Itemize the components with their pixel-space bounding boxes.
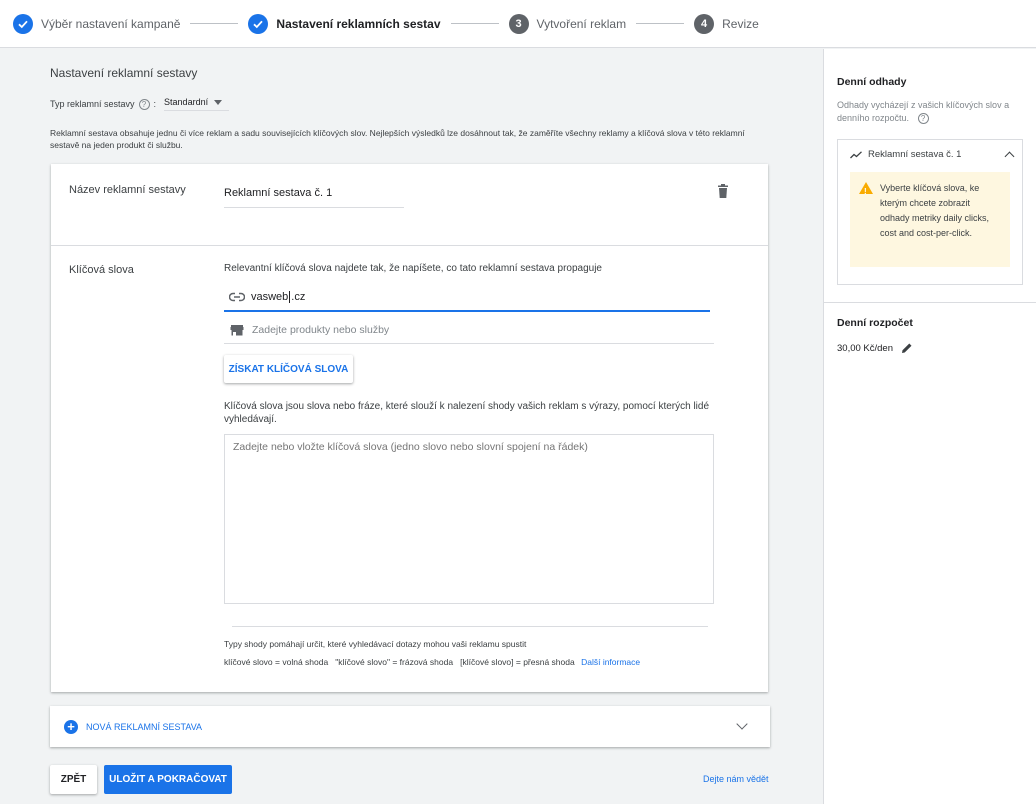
match-types-text: klíčové slovo = volná shoda "klíčové slo…: [224, 657, 575, 667]
step-label: Vytvoření reklam: [536, 16, 627, 31]
ad-group-type-row: Typ reklamní sestavy ? : Standardní: [50, 97, 230, 111]
step-connector: [190, 23, 239, 24]
daily-estimates-title: Denní odhady: [837, 76, 907, 88]
match-types-legend: klíčové slovo = volná shoda "klíčové slo…: [224, 657, 640, 667]
pencil-icon[interactable]: [901, 342, 913, 354]
section-title: Nastavení reklamní sestavy: [50, 66, 198, 80]
step-label: Výběr nastavení kampaně: [41, 16, 181, 31]
new-ad-group-label: NOVÁ REKLAMNÍ SESTAVA: [86, 721, 203, 732]
divider: [824, 302, 1036, 303]
help-icon[interactable]: ?: [917, 113, 929, 124]
check-icon: [13, 13, 33, 34]
progress-stepper: Výběr nastavení kampaně Nastavení reklam…: [0, 0, 1036, 48]
ad-group-card: Název reklamní sestavy Reklamní sestava …: [51, 164, 768, 692]
url-value-part1: vasweb: [251, 290, 289, 303]
keywords-label: Klíčová slova: [69, 264, 134, 276]
caret-down-icon: [214, 99, 223, 105]
divider: [51, 245, 768, 246]
check-icon: [248, 13, 269, 34]
products-input[interactable]: Zadejte produkty nebo služby: [224, 316, 714, 344]
ad-group-type-select[interactable]: Standardní: [164, 97, 230, 111]
step-create-ads[interactable]: 3 Vytvoření reklam: [508, 13, 627, 34]
step-connector: [636, 23, 685, 24]
plus-icon: +: [64, 719, 78, 734]
products-placeholder: Zadejte produkty nebo služby: [252, 323, 390, 336]
keywords-description: Klíčová slova jsou slova nebo fráze, kte…: [224, 401, 710, 425]
daily-budget-value: 30,00 Kč/den: [837, 342, 893, 354]
store-icon: [230, 324, 244, 335]
step-number: 3: [508, 13, 529, 34]
name-label: Název reklamní sestavy: [69, 184, 186, 196]
step-review[interactable]: 4 Revize: [694, 13, 759, 34]
keywords-help-text: Relevantní klíčová slova najdete tak, že…: [224, 263, 602, 274]
step-ad-group-settings[interactable]: Nastavení reklamních sestav: [248, 13, 441, 34]
help-icon[interactable]: ?: [138, 98, 150, 110]
estimates-subtitle: Odhady vycházejí z vašich klíčových slov…: [837, 99, 1022, 125]
warning-text: Vyberte klíčová slova, ke kterým chcete …: [880, 183, 990, 238]
ad-group-name-input[interactable]: Reklamní sestava č. 1: [224, 187, 404, 208]
ad-group-estimate-card: Reklamní sestava č. 1 ! Vyberte klíčová …: [837, 139, 1023, 285]
chevron-down-icon[interactable]: [736, 718, 748, 730]
new-ad-group-button[interactable]: + NOVÁ REKLAMNÍ SESTAVA: [50, 706, 770, 747]
chevron-up-icon[interactable]: [1004, 151, 1015, 162]
step-label: Nastavení reklamních sestav: [276, 16, 441, 31]
step-connector: [450, 23, 499, 24]
ad-group-description: Reklamní sestava obsahuje jednu či více …: [50, 128, 745, 150]
estimate-card-header[interactable]: Reklamní sestava č. 1: [850, 149, 961, 160]
keywords-textarea[interactable]: [224, 434, 714, 604]
website-url-input[interactable]: vasweb .cz: [224, 284, 710, 312]
estimates-panel: Denní odhady Odhady vycházejí z vašich k…: [823, 49, 1036, 804]
warning-message: ! Vyberte klíčová slova, ke kterým chcet…: [850, 172, 1010, 267]
url-value-part2: .cz: [291, 290, 306, 303]
main-content: Nastavení reklamní sestavy Typ reklamní …: [0, 49, 823, 804]
link-icon: [229, 292, 245, 302]
back-button[interactable]: ZPĚT: [50, 765, 97, 794]
save-and-continue-button[interactable]: ULOŽIT A POKRAČOVAT: [104, 765, 232, 794]
trend-icon: [850, 150, 862, 158]
get-keywords-button[interactable]: ZÍSKAT KLÍČOVÁ SLOVA: [224, 355, 353, 383]
type-label: Typ reklamní sestavy: [50, 99, 135, 109]
type-value: Standardní: [164, 97, 209, 107]
step-number: 4: [694, 13, 715, 34]
warning-icon: !: [859, 182, 873, 196]
feedback-link[interactable]: Dejte nám vědět: [703, 774, 769, 784]
match-types-info: Typy shody pomáhají určit, které vyhledá…: [224, 639, 527, 649]
step-campaign-settings[interactable]: Výběr nastavení kampaně: [13, 13, 181, 34]
daily-budget-title: Denní rozpočet: [837, 317, 913, 329]
estimate-group-name: Reklamní sestava č. 1: [868, 149, 962, 160]
step-label: Revize: [722, 16, 759, 31]
more-info-link[interactable]: Další informace: [581, 657, 640, 667]
textarea-underline: [232, 626, 708, 627]
trash-icon[interactable]: [717, 184, 729, 198]
daily-budget-row: 30,00 Kč/den: [837, 342, 913, 354]
